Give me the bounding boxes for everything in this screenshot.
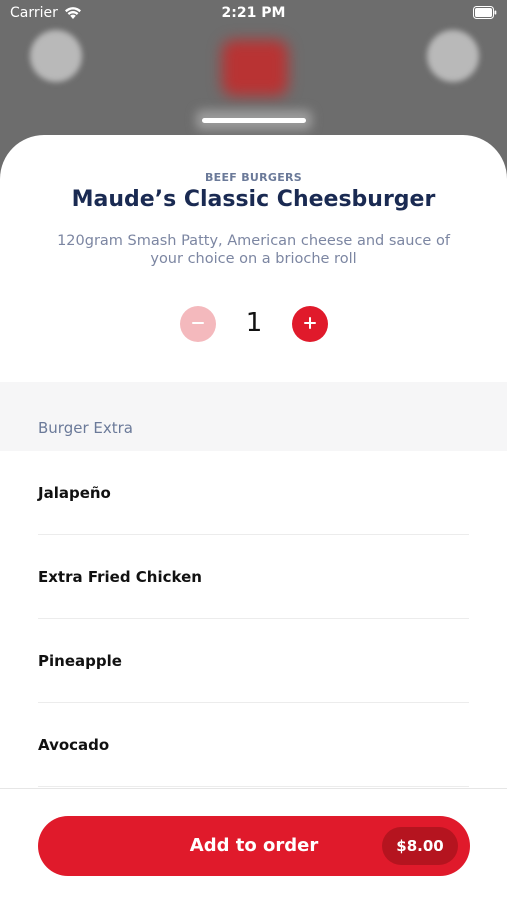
increase-quantity-button[interactable]	[292, 306, 328, 342]
order-price-badge: $8.00	[382, 827, 458, 865]
item-detail-screen: Carrier 2:21 PM BEEF BURGERS Maude’s Cla…	[0, 0, 507, 900]
minus-icon	[191, 315, 205, 334]
extra-option-avocado[interactable]: Avocado	[0, 703, 507, 787]
extra-option-label: Pineapple	[38, 652, 122, 670]
extra-option-label: Jalapeño	[38, 484, 111, 502]
extras-list: Jalapeño Extra Fried Chicken Pineapple A…	[0, 451, 507, 787]
info-button-blurred	[427, 30, 479, 82]
restaurant-logo-blurred	[222, 40, 288, 96]
plus-icon	[303, 315, 317, 334]
sheet-grabber[interactable]	[202, 118, 306, 123]
divider	[38, 786, 469, 787]
quantity-value: 1	[245, 308, 263, 338]
decrease-quantity-button[interactable]	[180, 306, 216, 342]
extra-option-pineapple[interactable]: Pineapple	[0, 619, 507, 703]
add-to-order-button[interactable]: Add to order $8.00	[38, 816, 470, 876]
extra-option-jalapeno[interactable]: Jalapeño	[0, 451, 507, 535]
item-sheet: BEEF BURGERS Maude’s Classic Cheesburger…	[0, 135, 507, 900]
extra-option-extra-fried-chicken[interactable]: Extra Fried Chicken	[0, 535, 507, 619]
section-header-burger-extra: Burger Extra	[0, 382, 507, 451]
section-title: Burger Extra	[38, 419, 133, 437]
battery-icon	[473, 6, 497, 19]
item-title: Maude’s Classic Cheesburger	[71, 187, 436, 212]
item-category: BEEF BURGERS	[204, 171, 303, 184]
status-time: 2:21 PM	[221, 5, 286, 21]
quantity-stepper: 1	[180, 306, 328, 342]
item-description: 120gram Smash Patty, American cheese and…	[57, 233, 450, 267]
order-footer: Add to order $8.00	[0, 788, 507, 900]
extra-option-label: Avocado	[38, 736, 110, 754]
extra-option-label: Extra Fried Chicken	[38, 568, 202, 586]
back-button-blurred	[30, 30, 82, 82]
status-bar: Carrier 2:21 PM	[0, 0, 507, 28]
